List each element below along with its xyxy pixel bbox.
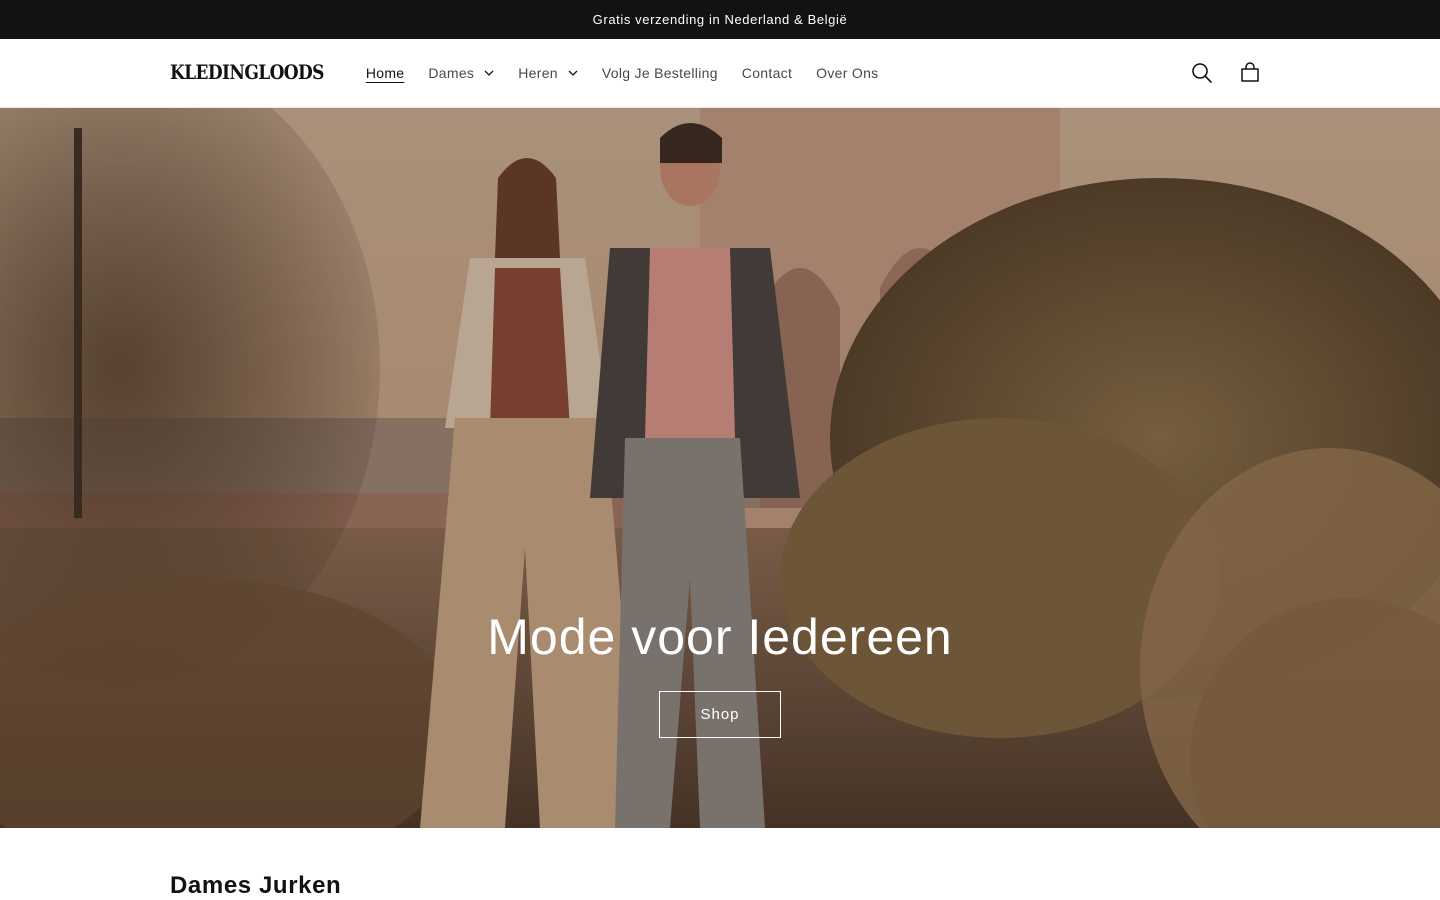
nav-item-over-ons[interactable]: Over Ons [804,53,890,93]
nav-item-home[interactable]: Home [354,53,417,93]
collection-heading: Dames Jurken [170,872,342,899]
hero-title: Mode voor Iedereen [487,609,953,665]
site-header: KLEDINGLOODS Home Dames Heren Volg Je Be… [0,39,1440,108]
nav-label: Home [365,65,405,81]
nav-label: Dames [428,65,475,81]
nav-label: Volg Je Bestelling [601,65,718,81]
announcement-text: Gratis verzending in Nederland & België [592,12,848,27]
main-nav: Home Dames Heren Volg Je Bestelling Cont… [354,53,891,93]
search-icon[interactable] [1182,53,1222,93]
announcement-bar: Gratis verzending in Nederland & België [0,0,1440,39]
header-icons [1182,53,1270,93]
cart-icon[interactable] [1230,53,1270,93]
nav-label: Over Ons [816,65,879,81]
nav-item-contact[interactable]: Contact [730,53,804,93]
nav-item-heren[interactable]: Heren [506,53,590,93]
nav-item-dames[interactable]: Dames [416,53,506,93]
nav-item-volg-je-bestelling[interactable]: Volg Je Bestelling [590,53,730,93]
nav-label: Contact [741,65,793,81]
chevron-down-icon [568,70,578,76]
shop-button[interactable]: Shop [659,691,781,738]
logo[interactable]: KLEDINGLOODS [170,62,324,85]
nav-label: Heren [518,65,558,81]
hero-banner: Mode voor Iedereen Shop [0,108,1440,828]
chevron-down-icon [484,70,494,76]
